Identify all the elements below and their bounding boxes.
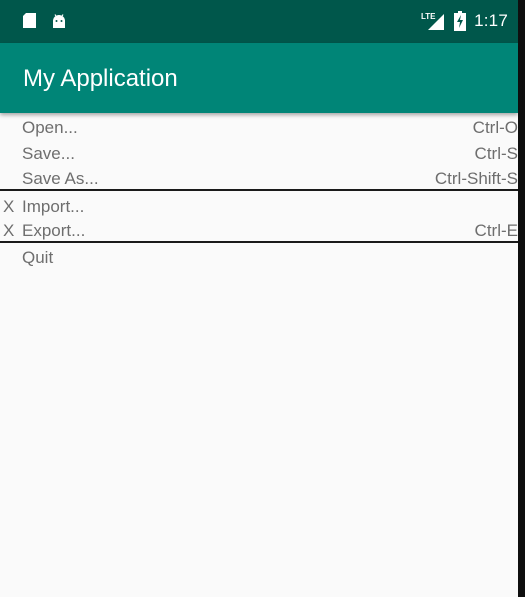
menu-item-shortcut: Ctrl-S <box>474 144 518 163</box>
battery-charging-icon <box>454 11 467 31</box>
status-bar: LTE 1:17 <box>0 0 518 43</box>
menu-item-save[interactable]: Save... Ctrl-S <box>0 142 518 166</box>
app-title: My Application <box>23 65 178 92</box>
menu-item-label: Save... <box>22 144 75 163</box>
menu-item-export[interactable]: X Export... Ctrl-E <box>0 219 518 243</box>
menu-item-shortcut: Ctrl-E <box>474 221 518 240</box>
menu-item-import[interactable]: X Import... <box>0 195 518 219</box>
menu-item-label: Export... <box>22 221 86 240</box>
menu-item-label: Open... <box>22 118 78 137</box>
menu-item-marker: X <box>3 221 15 240</box>
sd-card-icon <box>23 13 36 28</box>
menu-divider <box>0 241 518 243</box>
menu-item-shortcut: Ctrl-O <box>472 118 518 137</box>
menu-item-marker: X <box>3 197 15 216</box>
device-frame: LTE 1:17 My Application Open... Ctrl-O S… <box>0 0 525 597</box>
menu-item-label: Save As... <box>22 169 99 188</box>
menu-divider <box>0 189 518 191</box>
menu-item-shortcut: Ctrl-Shift-S <box>434 169 518 188</box>
app-bar: My Application <box>0 43 518 113</box>
menu-item-open[interactable]: Open... Ctrl-O <box>0 116 518 140</box>
menu-item-label: Import... <box>22 197 85 216</box>
status-clock: 1:17 <box>474 11 508 30</box>
menu-item-quit[interactable]: Quit <box>0 246 518 270</box>
android-icon <box>52 13 66 28</box>
lte-label: LTE <box>421 12 436 21</box>
lte-signal-icon: LTE <box>420 11 446 31</box>
menu-item-label: Quit <box>22 248 54 267</box>
menu-item-save-as[interactable]: Save As... Ctrl-Shift-S <box>0 167 518 191</box>
menu-list: Open... Ctrl-O Save... Ctrl-S Save As...… <box>0 113 518 597</box>
